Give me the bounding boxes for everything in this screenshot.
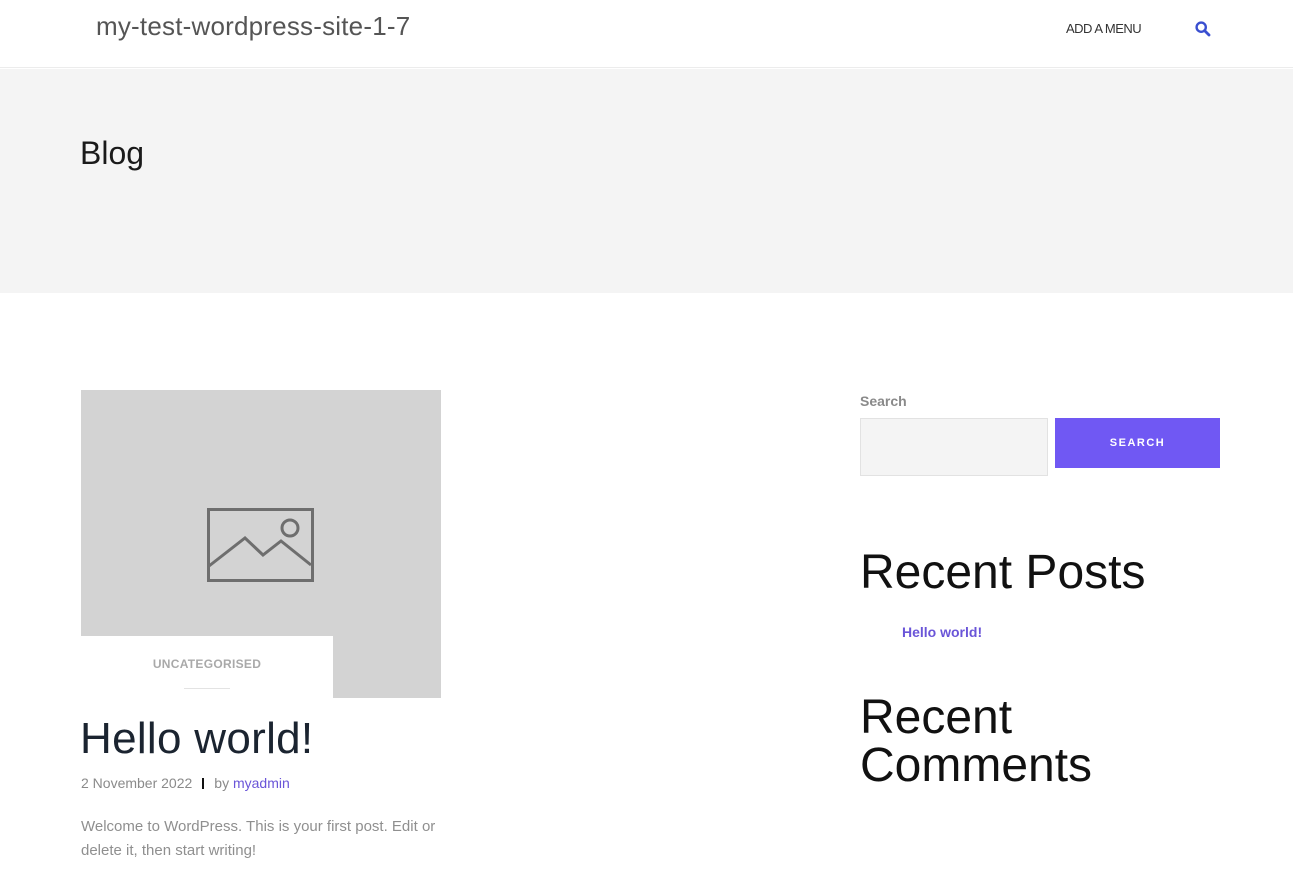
meta-separator: [202, 778, 205, 789]
recent-posts-title: Recent Posts: [860, 546, 1146, 599]
site-header: my-test-wordpress-site-1-7 ADD A MENU: [0, 0, 1293, 68]
recent-post-link[interactable]: Hello world!: [902, 624, 982, 640]
image-placeholder-icon: [207, 508, 315, 583]
category-box: UNCATEGORISED: [81, 636, 333, 698]
search-icon[interactable]: [1194, 20, 1212, 38]
category-link[interactable]: UNCATEGORISED: [153, 657, 261, 671]
search-input[interactable]: [860, 418, 1048, 476]
post-excerpt: Welcome to WordPress. This is your first…: [81, 818, 436, 859]
recent-comments-title: Recent Comments: [860, 691, 1093, 792]
post-title-link[interactable]: Hello world!: [80, 714, 313, 764]
category-divider: [184, 688, 230, 689]
add-a-menu-link[interactable]: ADD A MENU: [1066, 21, 1142, 36]
search-button[interactable]: SEARCH: [1055, 418, 1220, 468]
post-author-link[interactable]: myadmin: [233, 775, 290, 791]
search-label: Search: [860, 393, 907, 409]
post-meta: 2 November 2022 by myadmin: [81, 775, 290, 791]
post-by-label: by: [214, 775, 230, 791]
page-title-band: Blog: [0, 69, 1293, 293]
site-title-link[interactable]: my-test-wordpress-site-1-7: [96, 11, 410, 42]
page-title: Blog: [80, 135, 145, 171]
post-date: 2 November 2022: [81, 775, 193, 791]
